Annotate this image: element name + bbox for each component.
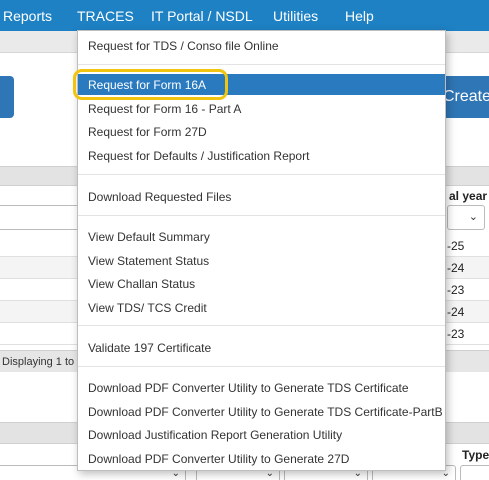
- menu-item-download-justification-utility[interactable]: Download Justification Report Generation…: [78, 424, 445, 445]
- table-cell-year: -23: [445, 323, 489, 345]
- table-cell-year: -24: [445, 257, 489, 279]
- pagination-status: Displaying 1 to 5: [0, 350, 78, 372]
- menu-divider: [78, 215, 445, 216]
- menu-help[interactable]: Help: [345, 8, 374, 24]
- menu-item-request-form-27d[interactable]: Request for Form 27D: [78, 121, 445, 142]
- table-row[interactable]: [0, 301, 78, 323]
- menu-reports[interactable]: Reports: [3, 8, 52, 24]
- type-column-label: Type: [462, 448, 489, 462]
- top-menu-bar: Reports TRACES IT Portal / NSDL Utilitie…: [0, 0, 489, 31]
- menu-traces[interactable]: TRACES: [77, 8, 134, 24]
- menu-divider: [78, 325, 445, 326]
- menu-utilities[interactable]: Utilities: [273, 8, 318, 24]
- table-cell-year: -23: [445, 279, 489, 301]
- pagination-bar-right: [445, 350, 489, 372]
- bottom-select-5[interactable]: [460, 465, 489, 480]
- menu-item-download-requested-files[interactable]: Download Requested Files: [78, 186, 445, 207]
- menu-divider: [78, 174, 445, 175]
- menu-item-request-defaults-justification[interactable]: Request for Defaults / Justification Rep…: [78, 145, 445, 166]
- menu-item-validate-197-certificate[interactable]: Validate 197 Certificate: [78, 337, 445, 358]
- table-cell-year: -24: [445, 301, 489, 323]
- menu-item-view-statement-status[interactable]: View Statement Status: [78, 250, 445, 271]
- table-cell-year: -25: [445, 235, 489, 257]
- menu-item-download-pdf-converter-tds[interactable]: Download PDF Converter Utility to Genera…: [78, 377, 445, 398]
- table-left-column: [0, 235, 78, 345]
- table-row[interactable]: [0, 257, 78, 279]
- financial-year-select[interactable]: ⌄: [447, 205, 485, 230]
- menu-it-portal-nsdl[interactable]: IT Portal / NSDL: [151, 8, 253, 24]
- left-action-button[interactable]: [0, 76, 14, 118]
- menu-item-request-tds-conso-file[interactable]: Request for TDS / Conso file Online: [78, 35, 445, 56]
- menu-item-view-tds-tcs-credit[interactable]: View TDS/ TCS Credit: [78, 297, 445, 318]
- menu-divider: [78, 366, 445, 367]
- menu-item-view-challan-status[interactable]: View Challan Status: [78, 273, 445, 294]
- table-row[interactable]: [0, 323, 78, 345]
- highlight-ring: [73, 69, 228, 100]
- table-row[interactable]: [0, 279, 78, 301]
- menu-item-download-pdf-converter-27d[interactable]: Download PDF Converter Utility to Genera…: [78, 448, 445, 469]
- table-row[interactable]: [0, 235, 78, 257]
- menu-item-download-pdf-converter-tds-partb[interactable]: Download PDF Converter Utility to Genera…: [78, 401, 445, 422]
- financial-year-label: al year: [449, 189, 488, 203]
- table-year-column: -25 -24 -23 -24 -23: [445, 235, 489, 345]
- menu-item-view-default-summary[interactable]: View Default Summary: [78, 226, 445, 247]
- menu-item-request-form-16-part-a[interactable]: Request for Form 16 - Part A: [78, 98, 445, 119]
- chevron-down-icon: ⌄: [468, 211, 478, 223]
- menu-divider: [78, 64, 445, 65]
- filter-select-left[interactable]: [0, 205, 80, 230]
